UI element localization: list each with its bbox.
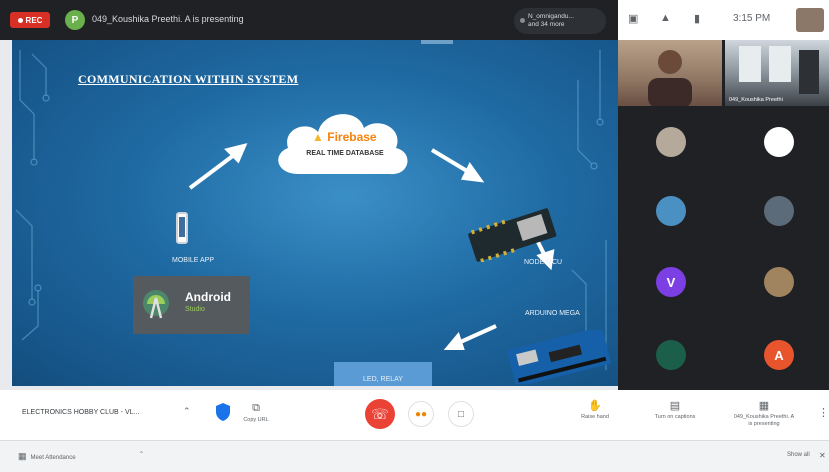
participant-name: 049_Koushika Preethi bbox=[729, 97, 783, 103]
presenter-avatar: P bbox=[65, 10, 85, 30]
camera-button[interactable]: □ bbox=[448, 401, 474, 427]
meet-window: REC P 049_Koushika Preethi. A is present… bbox=[0, 0, 829, 472]
recording-label: REC bbox=[25, 15, 43, 25]
participant-figure bbox=[648, 50, 692, 106]
link-icon: ⧉ bbox=[252, 402, 260, 414]
presenting-label-1: 049_Koushika Preethi. A bbox=[733, 414, 795, 420]
close-icon[interactable]: ✕ bbox=[819, 451, 826, 460]
hand-icon: ✋ bbox=[588, 400, 602, 412]
status-bar: ▣ ▲ ▮ 3:15 PM bbox=[618, 0, 829, 40]
more-options-icon[interactable]: ⋮ bbox=[818, 406, 829, 419]
relay-box: LED, RELAY bbox=[334, 362, 432, 386]
mic-icon: ●● bbox=[414, 408, 428, 420]
participants-more: and 34 more bbox=[528, 21, 565, 28]
meeting-controls: ELECTRONICS HOBBY CLUB - VL... ⌃ ⧉ Copy … bbox=[0, 390, 829, 440]
participant-dot-icon bbox=[520, 18, 525, 23]
meet-attendance-chip[interactable]: ▦ Meet Attendance bbox=[18, 451, 76, 462]
presenting-button[interactable]: ▦ 049_Koushika Preethi. A is presenting bbox=[718, 399, 810, 428]
participant-avatar-6[interactable] bbox=[764, 267, 794, 297]
mobile-app-label: MOBILE APP bbox=[172, 257, 215, 264]
meeting-top-bar: REC P 049_Koushika Preethi. A is present… bbox=[0, 0, 618, 40]
self-view-thumbnail[interactable] bbox=[796, 8, 824, 32]
clock: 3:15 PM bbox=[733, 13, 771, 24]
captions-icon: ▤ bbox=[669, 400, 681, 412]
raise-hand-label: Raise hand bbox=[581, 414, 609, 420]
extension-bar: ▦ Meet Attendance ⌃ Show all ✕ bbox=[0, 440, 829, 472]
participant-avatar-4[interactable] bbox=[764, 196, 794, 226]
android-studio-logo: Android Studio bbox=[133, 276, 250, 334]
chevron-up-icon[interactable]: ⌃ bbox=[138, 450, 145, 459]
participant-avatar-2[interactable] bbox=[764, 127, 794, 157]
meeting-title[interactable]: ELECTRONICS HOBBY CLUB - VL... bbox=[22, 409, 139, 416]
recording-badge: REC bbox=[10, 12, 50, 28]
camera-icon: □ bbox=[457, 408, 465, 420]
copy-url-button[interactable]: ⧉ Copy URL bbox=[240, 402, 272, 423]
nodemcu-board bbox=[468, 208, 557, 262]
signal-icon: ▲ bbox=[660, 12, 671, 24]
android-label: Android bbox=[185, 290, 231, 304]
show-all-link[interactable]: Show all bbox=[787, 452, 810, 458]
captions-label: Turn on captions bbox=[654, 414, 696, 420]
participant-video-2[interactable]: 049_Koushika Preethi bbox=[725, 40, 829, 106]
android-icon bbox=[143, 290, 169, 319]
participant-avatar-7[interactable] bbox=[656, 340, 686, 370]
record-dot-icon bbox=[17, 17, 23, 23]
bag-icon[interactable]: ▣ bbox=[628, 12, 638, 25]
presenting-status: 049_Koushika Preethi. A is presenting bbox=[92, 14, 244, 24]
participant-avatar-3[interactable] bbox=[656, 196, 686, 226]
chevron-up-icon[interactable]: ⌃ bbox=[183, 406, 191, 417]
end-call-button[interactable]: ☏ bbox=[365, 399, 395, 429]
presenting-label-2: is presenting bbox=[748, 421, 780, 427]
participants-first: N_omnigandu... bbox=[528, 13, 574, 20]
phone-icon: ☏ bbox=[371, 405, 389, 422]
android-sub-label: Studio bbox=[185, 306, 205, 313]
participant-video-1[interactable] bbox=[618, 40, 722, 106]
present-screen-icon: ▦ bbox=[758, 400, 770, 412]
arduino-label: ARDUINO MEGA bbox=[525, 310, 580, 317]
participant-avatar-8[interactable]: A bbox=[764, 340, 794, 370]
participant-avatar-5[interactable]: V bbox=[656, 267, 686, 297]
shield-icon[interactable] bbox=[214, 402, 232, 422]
mic-button[interactable]: ●● bbox=[408, 401, 434, 427]
mobile-phone-icon bbox=[176, 212, 188, 244]
presentation-slide: COMMUNICATION WITHIN SYSTEM ▲ Firebase R… bbox=[12, 40, 618, 386]
nodemcu-label: NODE MCU bbox=[524, 259, 563, 266]
participants-pill[interactable]: N_omnigandu... and 34 more bbox=[514, 8, 606, 34]
attendance-icon: ▦ bbox=[18, 451, 27, 461]
arduino-mega-board bbox=[507, 330, 611, 384]
copy-url-label: Copy URL bbox=[243, 417, 269, 423]
participant-avatar-1[interactable] bbox=[656, 127, 686, 157]
meet-attendance-label: Meet Attendance bbox=[30, 455, 76, 461]
raise-hand-button[interactable]: ✋ Raise hand bbox=[570, 399, 620, 421]
battery-icon: ▮ bbox=[694, 13, 701, 25]
captions-button[interactable]: ▤ Turn on captions bbox=[645, 399, 705, 421]
